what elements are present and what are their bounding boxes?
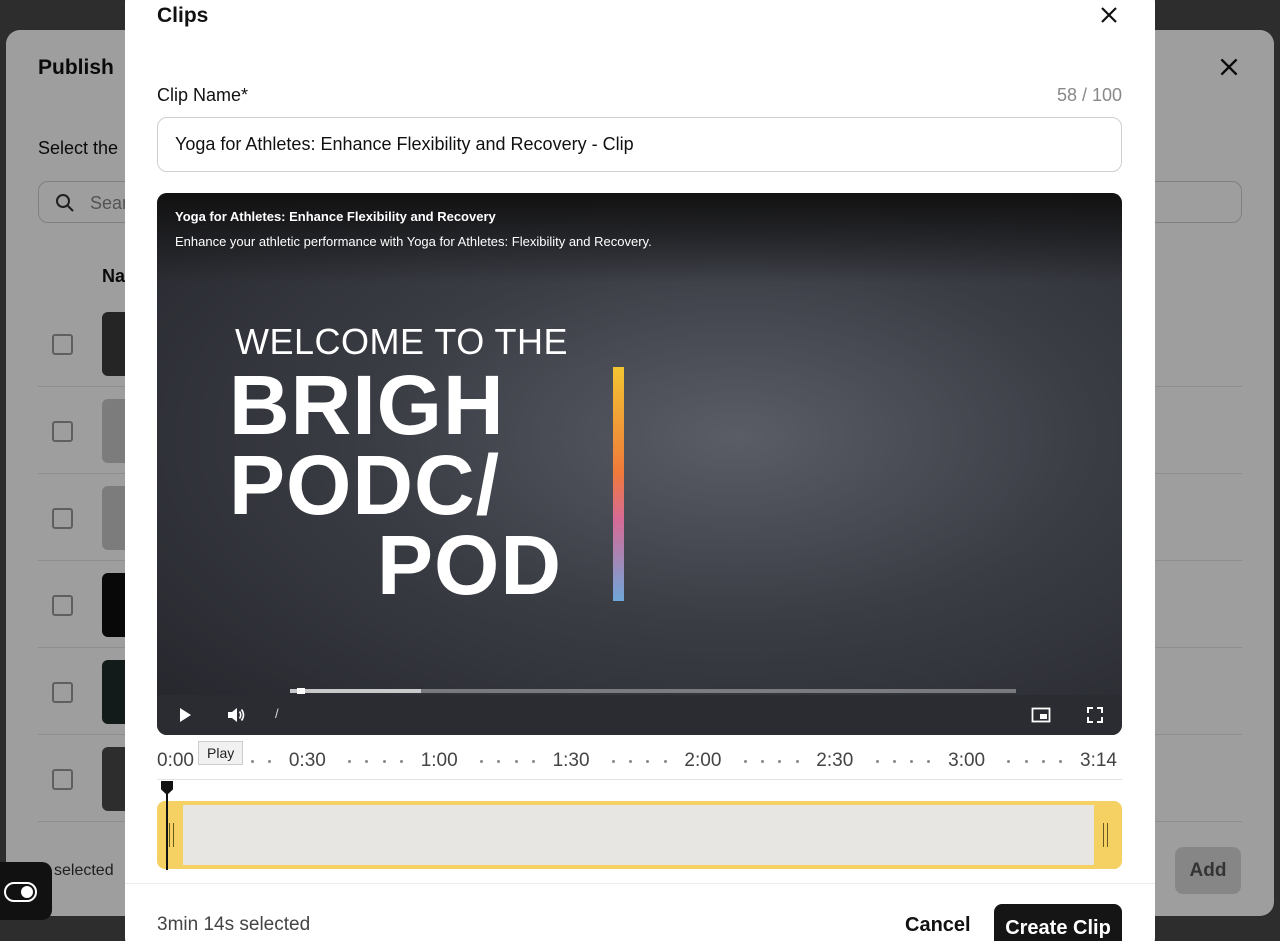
video-progress-thumb[interactable] bbox=[297, 688, 306, 694]
timeline-tick-dot bbox=[646, 760, 650, 763]
timeline-tick-label: 1:30 bbox=[552, 750, 590, 771]
timeline-tick-label: 2:30 bbox=[816, 750, 854, 771]
clip-range-track bbox=[183, 805, 1094, 865]
time-display: / bbox=[275, 706, 279, 721]
timeline-ruler: 0:00 0:30 1:00 1:30 2:00 2:30 3:00 3:14 bbox=[157, 750, 1122, 776]
clips-title: Clips bbox=[157, 4, 209, 27]
timeline-tick-dot bbox=[778, 760, 782, 763]
timeline-tick-dot bbox=[1059, 760, 1063, 763]
timeline-tick-dot bbox=[365, 760, 369, 763]
timeline-tick-label: 0:30 bbox=[288, 750, 326, 771]
video-player[interactable]: WELCOME TO THE BRIGH PODC/ POD Yoga for … bbox=[157, 193, 1122, 735]
char-counter: 58 / 100 bbox=[1056, 85, 1122, 105]
video-title: Yoga for Athletes: Enhance Flexibility a… bbox=[175, 209, 496, 224]
picture-in-picture-icon[interactable] bbox=[1031, 705, 1051, 725]
timeline-tick-label: 3:14 bbox=[1080, 750, 1117, 771]
timeline-tick-dot bbox=[382, 760, 386, 763]
timeline-tick-dot bbox=[663, 760, 667, 763]
timeline-tick-dot bbox=[250, 760, 254, 763]
cancel-button[interactable]: Cancel bbox=[905, 914, 971, 937]
timeline-tick-dot bbox=[531, 760, 535, 763]
video-progress-bar[interactable] bbox=[290, 688, 1016, 694]
timeline-tick-dot bbox=[514, 760, 518, 763]
video-description: Enhance your athletic performance with Y… bbox=[175, 234, 652, 249]
timeline-tick-dot bbox=[760, 760, 764, 763]
volume-icon[interactable] bbox=[226, 705, 246, 725]
clips-modal: Clips Clip Name* 58 / 100 WELCOME TO THE… bbox=[125, 0, 1155, 941]
clip-range-selector[interactable] bbox=[157, 801, 1122, 869]
clip-name-label: Clip Name* bbox=[157, 85, 249, 105]
timeline-tick-dot bbox=[1007, 760, 1011, 763]
frame-text-line-3: POD bbox=[377, 523, 563, 607]
timeline-tick-dot bbox=[743, 760, 747, 763]
timeline-tick-dot bbox=[1024, 760, 1028, 763]
playhead-line bbox=[166, 786, 168, 870]
timeline-tick-dot bbox=[892, 760, 896, 763]
timeline-tick-label: 3:00 bbox=[948, 750, 986, 771]
video-controls: / bbox=[157, 695, 1122, 735]
create-clip-button[interactable]: Create Clip bbox=[994, 904, 1122, 941]
timeline-tick-dot bbox=[795, 760, 799, 763]
fullscreen-icon[interactable] bbox=[1085, 705, 1105, 725]
frame-text-line-2: PODC/ bbox=[229, 443, 501, 527]
range-end-handle[interactable] bbox=[1101, 823, 1111, 847]
toggle-switch-icon bbox=[4, 882, 37, 902]
timeline-tick-dot bbox=[268, 760, 272, 763]
play-icon[interactable] bbox=[175, 705, 195, 725]
theme-toggle[interactable] bbox=[0, 862, 52, 920]
timeline-tick-dot bbox=[927, 760, 931, 763]
timeline-tick-dot bbox=[348, 760, 352, 763]
frame-text-line-1: BRIGH bbox=[229, 363, 505, 447]
timeline-tick-dot bbox=[611, 760, 615, 763]
selected-duration: 3min 14s selected bbox=[157, 914, 311, 935]
close-icon[interactable] bbox=[1097, 3, 1121, 27]
frame-text-welcome: WELCOME TO THE bbox=[235, 321, 569, 362]
range-start-handle[interactable] bbox=[167, 823, 177, 847]
frame-color-bar bbox=[613, 367, 624, 601]
timeline-tick-dot bbox=[629, 760, 633, 763]
timeline-tick-dot bbox=[1041, 760, 1045, 763]
timeline-tick-dot bbox=[910, 760, 914, 763]
timeline-tick-dot bbox=[479, 760, 483, 763]
timeline-tick-label: 1:00 bbox=[420, 750, 458, 771]
footer-divider bbox=[125, 883, 1155, 884]
timeline-tick-dot bbox=[875, 760, 879, 763]
timeline-tick-dot bbox=[497, 760, 501, 763]
timeline-tick-label: 2:00 bbox=[684, 750, 722, 771]
clip-name-input[interactable] bbox=[157, 117, 1122, 172]
timeline-divider bbox=[157, 779, 1122, 780]
timeline-tick-label: 0:00 bbox=[157, 750, 194, 771]
video-buffered-bar bbox=[290, 689, 421, 693]
timeline-tick-dot bbox=[399, 760, 403, 763]
play-tooltip: Play bbox=[198, 741, 244, 765]
